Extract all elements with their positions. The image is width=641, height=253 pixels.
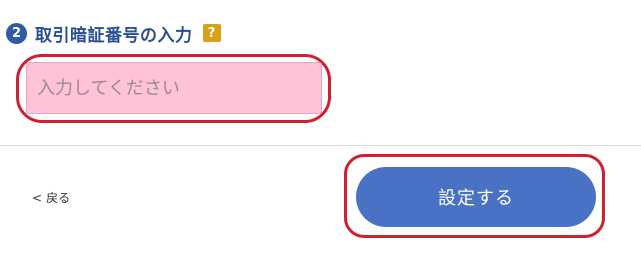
back-arrow-icon: < bbox=[32, 191, 43, 205]
back-label: 戻る bbox=[46, 191, 71, 205]
pin-input[interactable] bbox=[26, 62, 322, 114]
submit-button[interactable]: 設定する bbox=[356, 167, 596, 227]
step-title: 取引暗証番号の入力 bbox=[35, 25, 193, 46]
divider bbox=[0, 145, 641, 146]
step-number-badge: 2 bbox=[6, 22, 27, 44]
back-link[interactable]: < 戻る bbox=[32, 189, 70, 206]
step-header: 2 取引暗証番号の入力 ? bbox=[6, 20, 221, 46]
help-icon[interactable]: ? bbox=[202, 24, 221, 42]
